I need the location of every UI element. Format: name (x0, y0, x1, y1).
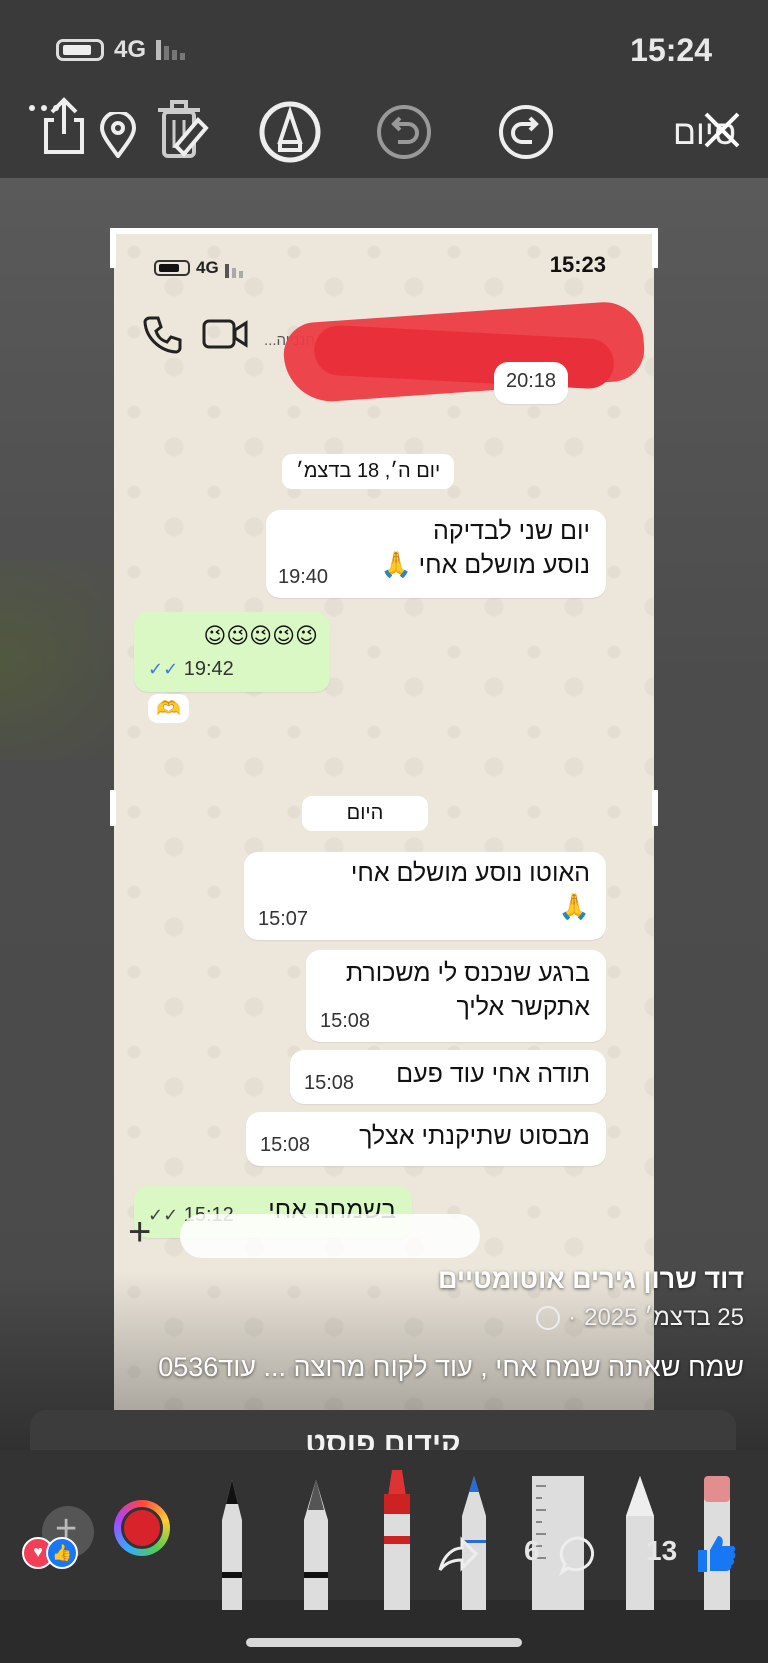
home-indicator[interactable] (246, 1638, 522, 1647)
message-time-text: 19:42 (183, 658, 234, 680)
phone-icon[interactable] (142, 314, 182, 359)
signal-icon (156, 40, 186, 60)
post-author[interactable]: דוד שרון גירים אוטומטיים (438, 1264, 744, 1295)
color-picker[interactable] (114, 1500, 170, 1556)
inner-battery-icon (154, 260, 190, 276)
undo-icon[interactable] (376, 104, 432, 160)
message-line: יום שני לבדיקה (433, 517, 590, 545)
message-time: ✓✓ 19:42 (148, 658, 234, 681)
status-time: 15:24 (630, 32, 712, 68)
message-reaction[interactable]: 🫶 (148, 694, 189, 723)
location-icon[interactable] (98, 112, 138, 158)
message-bubble: תודה אחי עוד פעם 15:08 (290, 1050, 606, 1104)
chat-input-bar: + (114, 1208, 654, 1268)
markup-toolbar: סיום (0, 92, 768, 178)
meta-separator: · (568, 1304, 577, 1331)
message-line: ברגע שנכנס לי משכורת (345, 959, 590, 987)
crop-handle[interactable] (110, 228, 116, 268)
globe-icon (536, 1306, 561, 1330)
pen-circle-icon[interactable] (258, 100, 322, 164)
message-time: 15:08 (304, 1072, 355, 1094)
like-icon[interactable] (696, 1532, 738, 1574)
comments-count: 6 (524, 1535, 540, 1566)
message-bubble: 20:18 (494, 362, 568, 404)
status-left: 4G (56, 36, 186, 64)
redo-icon[interactable] (498, 104, 554, 160)
network-label: 4G (114, 36, 147, 63)
status-bar: 4G 15:24 (0, 0, 768, 92)
trash-icon[interactable] (154, 98, 214, 160)
message-line: נוסע מושלם אחי 🙏 (380, 551, 590, 579)
message-bubble-outgoing: 😉😉😉😉😉 ✓✓ 19:42 (134, 612, 330, 692)
read-checkmarks-icon: ✓✓ (148, 659, 179, 679)
like-reaction-icon: 👍 (46, 1537, 78, 1569)
crop-handle[interactable] (652, 228, 658, 268)
video-call-icon[interactable] (202, 318, 248, 355)
message-bubble: מבסוט שתיקנתי אצלך 15:08 (246, 1112, 606, 1166)
date-separator: היום (302, 796, 428, 831)
crop-handle[interactable] (110, 790, 116, 826)
message-text: 😉😉😉😉😉 (203, 623, 318, 648)
chat-header: ...ג'ר חננייה (114, 292, 654, 405)
message-time: 15:08 (260, 1134, 311, 1156)
current-color-swatch (121, 1507, 163, 1549)
close-icon[interactable] (700, 108, 744, 152)
crop-frame-top[interactable] (110, 228, 658, 234)
message-line: האוטו נוסע מושלם אחי (350, 859, 590, 887)
inner-time: 15:23 (549, 252, 606, 277)
post-text[interactable]: שמח שאתה שמח אחי , עוד לקוח מרוצה ... עו… (158, 1352, 744, 1383)
background-glow (0, 560, 120, 760)
share-icon[interactable] (40, 96, 88, 156)
message-time: 19:40 (278, 566, 329, 588)
share-post-icon[interactable] (436, 1536, 478, 1576)
post-meta: 25 בדצמ׳ 2025 · (536, 1304, 744, 1332)
message-time: 15:07 (258, 908, 309, 930)
message-bubble: ברגע שנכנס לי משכורת אתקשר אליך 15:08 (306, 950, 606, 1042)
post-date: 25 בדצמ׳ 2025 (584, 1304, 744, 1331)
comment-icon[interactable] (558, 1534, 600, 1576)
marker-tool[interactable] (376, 1466, 416, 1610)
inner-network-label: 4G (196, 258, 219, 277)
reaction-summary[interactable]: ♥ 👍 (22, 1537, 78, 1569)
attach-plus-icon[interactable]: + (128, 1210, 151, 1255)
likes-count: 13 (646, 1535, 678, 1566)
crop-handle[interactable] (652, 790, 658, 826)
message-bubble: יום שני לבדיקה נוסע מושלם אחי 🙏 19:40 (266, 510, 606, 598)
inner-signal-icon (224, 258, 243, 278)
message-bubble: האוטו נוסע מושלם אחי 🙏 15:07 (244, 852, 606, 940)
message-time: 20:18 (506, 370, 557, 392)
message-time: 15:08 (320, 1010, 371, 1032)
inner-status-bar: 4G 15:23 (114, 232, 654, 292)
pen-tool[interactable] (214, 1480, 250, 1610)
message-input[interactable] (180, 1214, 480, 1258)
date-separator: יום ה׳, 18 בדצמ׳ (282, 454, 455, 489)
battery-icon (56, 39, 104, 61)
fountain-pen-tool[interactable] (296, 1480, 336, 1610)
message-line: 🙏 (558, 893, 590, 921)
